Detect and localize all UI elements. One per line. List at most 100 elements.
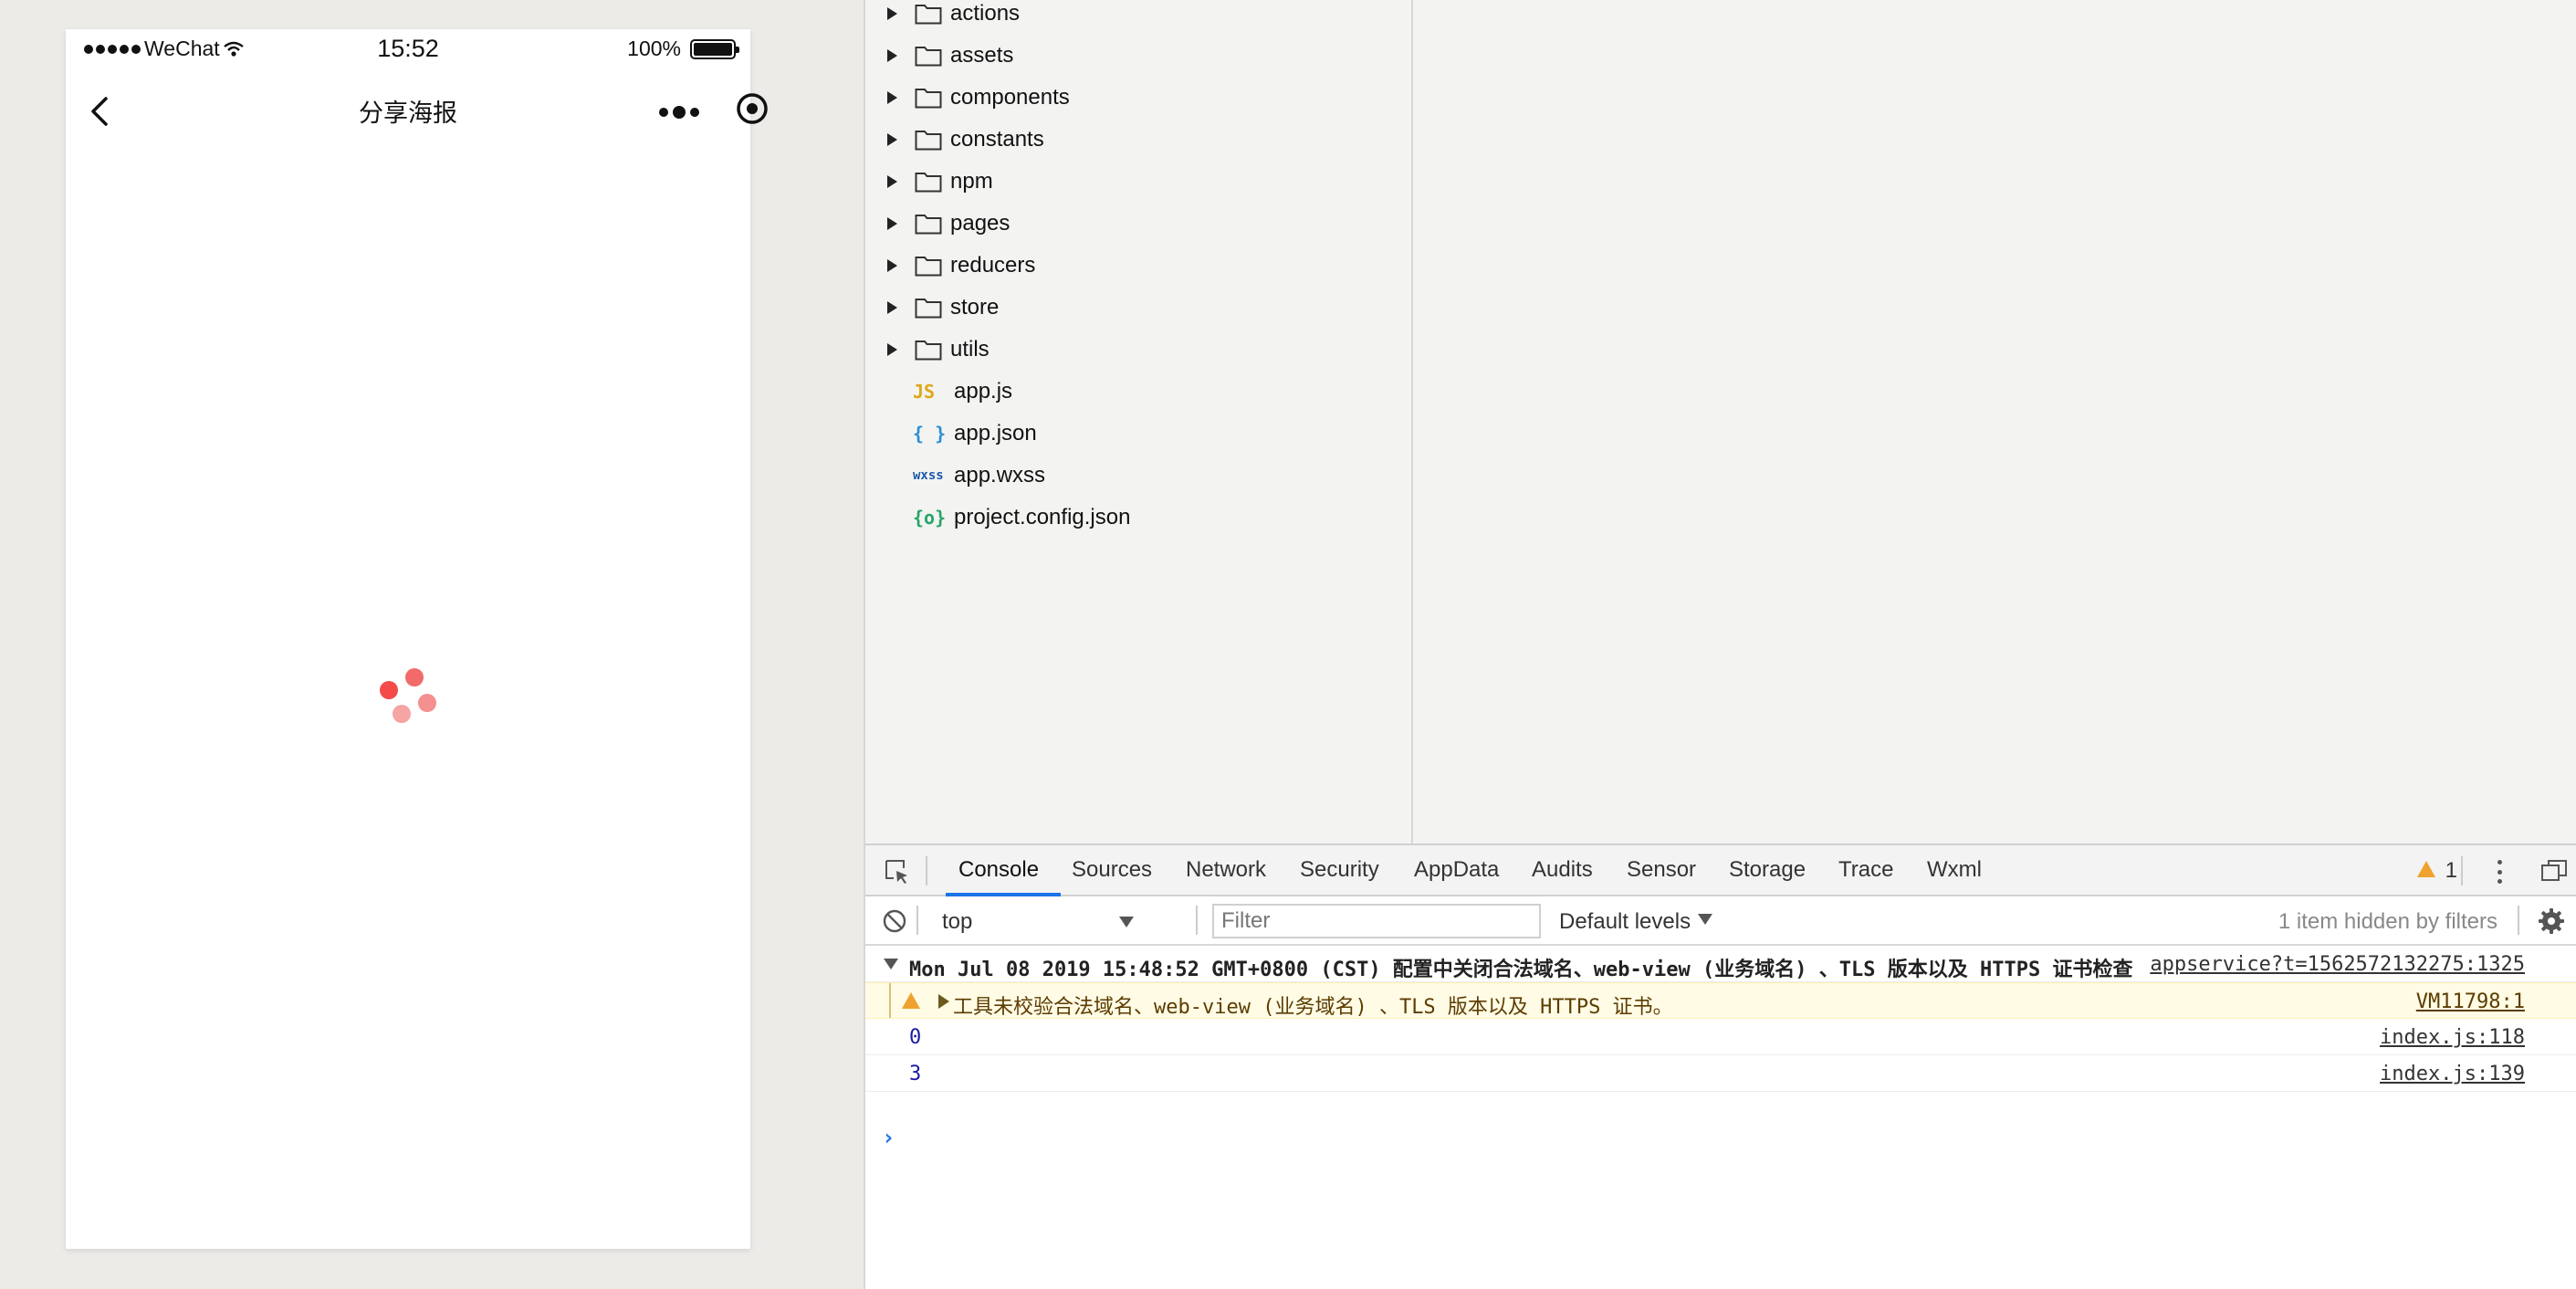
log-value: 3	[909, 1063, 922, 1085]
undock-icon[interactable]	[2541, 860, 2567, 882]
folder-name: constants	[950, 127, 1044, 152]
console-prompt[interactable]: ›	[882, 1125, 895, 1150]
warning-icon	[2417, 861, 2435, 877]
context-selector[interactable]: top	[929, 906, 1139, 937]
file-row[interactable]: wxss app.wxss	[865, 455, 1413, 497]
expand-triangle-icon[interactable]	[938, 994, 949, 1009]
tab-sensor[interactable]: Sensor	[1627, 857, 1696, 883]
folder-row[interactable]: npm	[865, 161, 1413, 203]
folder-row[interactable]: assets	[865, 35, 1413, 77]
folder-icon	[915, 299, 942, 319]
folder-icon	[915, 131, 942, 151]
phone-screen: WeChat 15:52 100% 分享海报	[66, 29, 768, 1249]
tab-storage[interactable]: Storage	[1729, 857, 1806, 883]
console-toolbar: top Default levels 1 item hidden by filt…	[865, 896, 2576, 946]
source-link[interactable]: appservice?t=1562572132275:1325	[2150, 953, 2525, 976]
simulator-panel: WeChat 15:52 100% 分享海报	[0, 0, 864, 1289]
loading-spinner	[376, 668, 449, 741]
expand-arrow-icon[interactable]	[887, 259, 897, 272]
source-link[interactable]: VM11798:1	[2416, 990, 2525, 1013]
tab-network[interactable]: Network	[1186, 857, 1266, 883]
tab-appdata[interactable]: AppData	[1414, 857, 1499, 883]
filter-input[interactable]	[1212, 904, 1541, 938]
folder-name: utils	[950, 337, 990, 362]
folder-icon	[915, 5, 942, 25]
expand-arrow-icon[interactable]	[887, 175, 897, 188]
chevron-down-icon	[1698, 914, 1713, 925]
more-options-icon[interactable]	[2496, 858, 2503, 886]
folder-icon	[915, 173, 942, 193]
folder-name: npm	[950, 169, 993, 194]
folder-name: reducers	[950, 253, 1036, 278]
group-message: Mon Jul 08 2019 15:48:52 GMT+0800 (CST) …	[909, 959, 2133, 981]
tab-security[interactable]: Security	[1300, 857, 1379, 883]
tab-console[interactable]: Console	[958, 857, 1039, 883]
inspect-element-icon[interactable]	[884, 858, 911, 886]
close-miniprogram-icon[interactable]	[734, 90, 770, 127]
gear-icon[interactable]	[2538, 907, 2565, 935]
folder-row[interactable]: constants	[865, 119, 1413, 161]
folder-name: pages	[950, 211, 1011, 236]
file-row[interactable]: JS app.js	[865, 371, 1413, 413]
expand-arrow-icon[interactable]	[887, 49, 897, 62]
file-type-icon: {o}	[913, 507, 947, 529]
folder-row[interactable]: utils	[865, 329, 1413, 371]
file-name: app.wxss	[954, 463, 1046, 487]
file-row[interactable]: { } app.json	[865, 413, 1413, 455]
folder-name: store	[950, 295, 1000, 320]
folder-icon	[915, 89, 942, 109]
expand-arrow-icon[interactable]	[887, 7, 897, 20]
source-link[interactable]: index.js:139	[2380, 1063, 2525, 1085]
console-log-row: 0 index.js:118	[865, 1019, 2576, 1055]
folder-icon	[915, 47, 942, 67]
editor-area	[1413, 0, 2576, 844]
warning-icon	[902, 992, 920, 1009]
hidden-items-note: 1 item hidden by filters	[2278, 909, 2497, 934]
expand-arrow-icon[interactable]	[887, 133, 897, 146]
expand-arrow-icon[interactable]	[887, 91, 897, 104]
file-row[interactable]: {o} project.config.json	[865, 497, 1413, 539]
expand-arrow-icon[interactable]	[887, 217, 897, 230]
tab-audits[interactable]: Audits	[1532, 857, 1593, 883]
source-link[interactable]: index.js:118	[2380, 1026, 2525, 1049]
tab-trace[interactable]: Trace	[1838, 857, 1893, 883]
file-tree: actions assets components constants npm pages…	[865, 0, 1413, 844]
battery-percent: 100%	[627, 37, 681, 60]
clear-console-icon[interactable]	[882, 908, 907, 934]
folder-row[interactable]: store	[865, 287, 1413, 329]
collapse-triangle-icon[interactable]	[884, 959, 898, 969]
folder-name: assets	[950, 43, 1014, 68]
file-name: project.config.json	[954, 505, 1131, 529]
warning-counter[interactable]: 1	[2417, 858, 2457, 884]
folder-icon	[915, 341, 942, 361]
folder-row[interactable]: actions	[865, 0, 1413, 35]
folder-row[interactable]: reducers	[865, 245, 1413, 287]
file-type-icon: JS	[913, 381, 936, 403]
file-name: app.json	[954, 421, 1037, 445]
folder-icon	[915, 257, 942, 277]
tab-wxml[interactable]: Wxml	[1927, 857, 1982, 883]
console-warning-row: 工具未校验合法域名、web-view (业务域名) 、TLS 版本以及 HTTP…	[865, 982, 2576, 1019]
expand-arrow-icon[interactable]	[887, 343, 897, 356]
tab-sources[interactable]: Sources	[1072, 857, 1152, 883]
file-name: app.js	[954, 379, 1013, 403]
folder-name: actions	[950, 1, 1021, 26]
folder-name: components	[950, 85, 1070, 110]
warning-message: 工具未校验合法域名、web-view (业务域名) 、TLS 版本以及 HTTP…	[953, 996, 1673, 1019]
page-title: 分享海报	[359, 100, 457, 127]
log-value: 0	[909, 1026, 922, 1049]
file-type-icon: { }	[913, 423, 947, 445]
folder-row[interactable]: pages	[865, 203, 1413, 245]
battery-icon	[690, 38, 739, 59]
console-output: Mon Jul 08 2019 15:48:52 GMT+0800 (CST) …	[865, 946, 2576, 1289]
devtools-tab-bar: 1 Console Sources Network Security AppData Au…	[865, 845, 2576, 896]
navigation-bar: 分享海报	[66, 75, 768, 148]
expand-arrow-icon[interactable]	[887, 301, 897, 314]
more-menu-icon[interactable]	[650, 99, 708, 126]
console-group-row: Mon Jul 08 2019 15:48:52 GMT+0800 (CST) …	[865, 946, 2576, 982]
chevron-down-icon	[1119, 917, 1134, 927]
folder-row[interactable]: components	[865, 77, 1413, 119]
log-levels-dropdown[interactable]: Default levels	[1559, 909, 1713, 935]
folder-icon	[915, 215, 942, 235]
ide-panel: actions assets components constants npm pages…	[864, 0, 2576, 1289]
